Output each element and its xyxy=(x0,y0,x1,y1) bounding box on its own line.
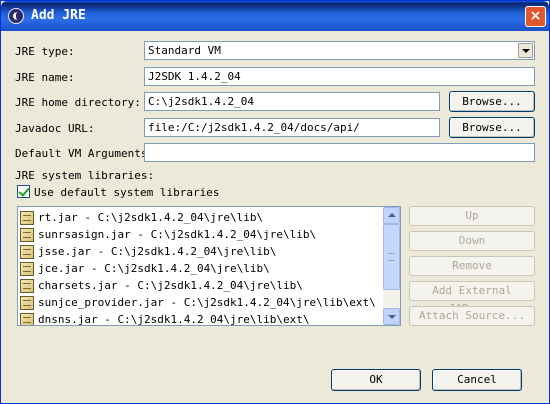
ok-button[interactable]: OK xyxy=(331,369,421,391)
jar-icon xyxy=(20,262,34,276)
list-item-label: rt.jar - C:\j2sdk1.4.2_04\jre\lib\ xyxy=(38,211,264,224)
list-item-label: sunjce_provider.jar - C:\j2sdk1.4.2_04\j… xyxy=(38,296,376,309)
attach-source-button[interactable]: Attach Source... xyxy=(409,306,535,326)
scroll-thumb[interactable] xyxy=(383,224,400,290)
list-item-label: sunrsasign.jar - C:\j2sdk1.4.2_04\jre\li… xyxy=(38,228,317,241)
home-directory-label: JRE home directory: xyxy=(15,96,141,109)
title-bar[interactable]: Add JRE × xyxy=(1,1,549,31)
browse-home-button[interactable]: Browse... xyxy=(449,91,535,112)
up-button[interactable]: Up xyxy=(409,206,535,226)
window-title: Add JRE xyxy=(31,8,86,23)
jre-name-input[interactable]: J2SDK 1.4.2_04 xyxy=(144,67,535,86)
system-libraries-list[interactable]: rt.jar - C:\j2sdk1.4.2_04\jre\lib\ sunrs… xyxy=(17,206,401,326)
list-item-label: charsets.jar - C:\j2sdk1.4.2_04\jre\lib\ xyxy=(38,279,303,292)
down-button[interactable]: Down xyxy=(409,231,535,251)
list-item-label: dnsns.jar - C:\j2sdk1.4.2_04\jre\lib\ext… xyxy=(38,313,310,326)
vm-arguments-input[interactable] xyxy=(144,143,535,162)
scroll-down-icon[interactable] xyxy=(383,308,400,325)
add-external-jars-button[interactable]: Add External JARs... xyxy=(409,281,535,315)
javadoc-url-label: Javadoc URL: xyxy=(15,122,95,135)
list-item-label: jsse.jar - C:\j2sdk1.4.2_04\jre\lib\ xyxy=(38,245,277,258)
javadoc-url-input[interactable]: file:/C:/j2sdk1.4.2_04/docs/api/ xyxy=(144,118,440,137)
list-item-label: jce.jar - C:\j2sdk1.4.2_04\jre\lib\ xyxy=(38,262,270,275)
close-button[interactable]: × xyxy=(525,6,546,27)
vm-arguments-label: Default VM Arguments: xyxy=(15,147,155,160)
jre-type-value: Standard VM xyxy=(148,44,221,57)
jar-icon xyxy=(20,211,34,225)
jar-icon xyxy=(20,245,34,259)
system-libraries-label: JRE system libraries: xyxy=(15,169,155,182)
eclipse-icon xyxy=(8,8,24,24)
jar-icon xyxy=(20,228,34,242)
jar-icon xyxy=(20,296,34,310)
cancel-button[interactable]: Cancel xyxy=(432,369,522,391)
jre-type-select[interactable]: Standard VM xyxy=(144,41,535,60)
vertical-scrollbar[interactable] xyxy=(383,207,400,325)
scroll-up-icon[interactable] xyxy=(383,207,400,224)
jar-icon xyxy=(20,313,34,325)
chevron-down-icon[interactable] xyxy=(518,43,533,58)
use-default-libraries-label[interactable]: Use default system libraries xyxy=(34,186,219,199)
jre-type-label: JRE type: xyxy=(15,45,75,58)
remove-button[interactable]: Remove xyxy=(409,256,535,276)
use-default-libraries-checkbox[interactable] xyxy=(17,185,30,198)
browse-javadoc-button[interactable]: Browse... xyxy=(449,117,535,138)
add-jre-dialog: Add JRE × JRE type: Standard VM JRE name… xyxy=(0,0,550,404)
jre-name-label: JRE name: xyxy=(15,71,75,84)
jar-icon xyxy=(20,279,34,293)
home-directory-input[interactable]: C:\j2sdk1.4.2_04 xyxy=(144,92,440,111)
